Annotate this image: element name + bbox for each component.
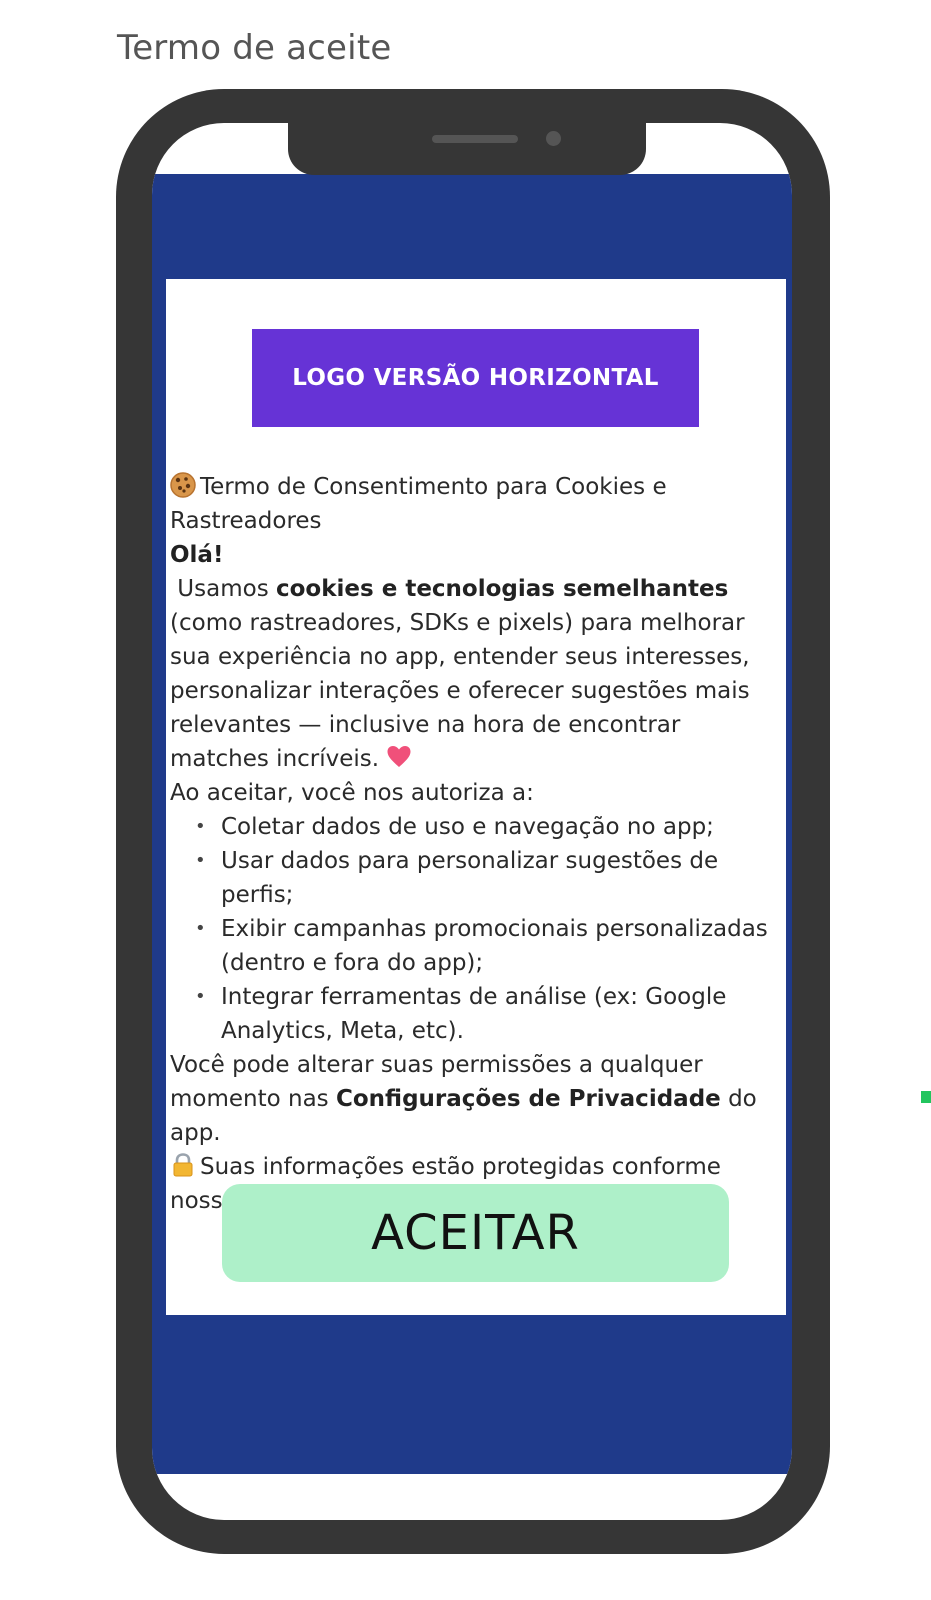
consent-card: LOGO VERSÃO HORIZONTAL Termo de Consenti… bbox=[166, 279, 786, 1315]
cookie-icon bbox=[170, 472, 196, 498]
green-marker bbox=[921, 1091, 931, 1103]
list-item: Coletar dados de uso e navegação no app; bbox=[170, 810, 782, 844]
consent-text: Termo de Consentimento para Cookies e Ra… bbox=[170, 470, 782, 1218]
list-item: Integrar ferramentas de análise (ex: Goo… bbox=[170, 980, 782, 1048]
authorize-text: Ao aceitar, você nos autoriza a: bbox=[170, 780, 534, 806]
consent-heading-text: Termo de Consentimento para Cookies e Ra… bbox=[170, 474, 667, 534]
heart-icon bbox=[387, 746, 411, 767]
intro-prefix: Usamos bbox=[170, 576, 276, 602]
intro-suffix: (como rastreadores, SDKs e pixels) para … bbox=[170, 610, 750, 772]
lock-icon bbox=[173, 1153, 193, 1177]
logo-placeholder: LOGO VERSÃO HORIZONTAL bbox=[252, 329, 699, 427]
settings-paragraph: Você pode alterar suas permissões a qual… bbox=[170, 1048, 782, 1150]
list-item: Usar dados para personalizar sugestões d… bbox=[170, 844, 782, 912]
privacy-settings-link: Configurações de Privacidade bbox=[335, 1086, 721, 1112]
speaker-grille bbox=[432, 135, 518, 143]
camera-dot bbox=[546, 131, 561, 146]
consent-heading: Termo de Consentimento para Cookies e Ra… bbox=[170, 470, 782, 538]
page-title: Termo de aceite bbox=[117, 28, 392, 68]
intro-bold: cookies e tecnologias semelhantes bbox=[276, 576, 729, 602]
phone-notch bbox=[288, 89, 646, 175]
accept-button[interactable]: ACEITAR bbox=[222, 1184, 729, 1282]
list-item: Exibir campanhas promocionais personaliz… bbox=[170, 912, 782, 980]
permissions-list: Coletar dados de uso e navegação no app;… bbox=[170, 810, 782, 1048]
greeting: Olá! bbox=[170, 542, 224, 568]
intro-paragraph: Usamos cookies e tecnologias semelhantes… bbox=[170, 572, 782, 776]
